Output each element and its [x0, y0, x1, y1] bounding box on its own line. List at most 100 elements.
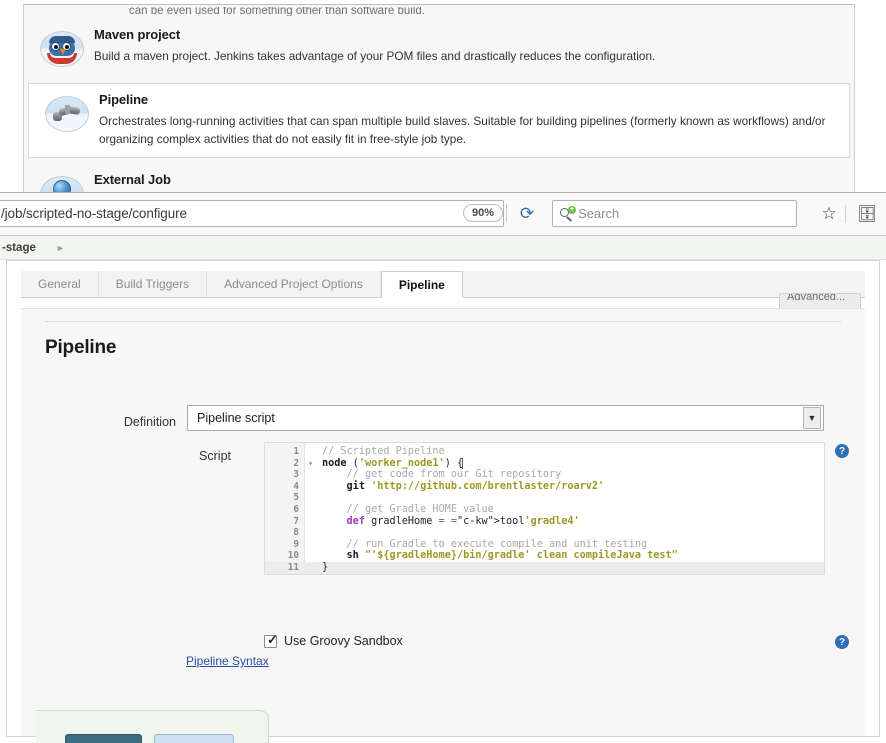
- toolbar-divider: [506, 204, 507, 222]
- groovy-sandbox-row[interactable]: ✓ Use Groovy Sandbox: [264, 634, 403, 648]
- code-text: [316, 527, 322, 539]
- search-add-engine-icon: +: [559, 206, 578, 222]
- section-divider: [45, 321, 841, 322]
- code-line[interactable]: 7 def gradleHome = ="c-kw">tool 'gradle4…: [265, 516, 824, 528]
- job-type-title: Pipeline: [99, 92, 835, 107]
- code-text: def gradleHome = ="c-kw">tool: [316, 516, 524, 528]
- zoom-level-indicator[interactable]: 90%: [463, 204, 503, 222]
- clipped-previous-description: can be even used for something other tha…: [129, 7, 834, 16]
- job-type-description: Build a maven project. Jenkins takes adv…: [94, 47, 829, 65]
- jenkins-configure-page: -stage ► General Build Triggers Advanced…: [0, 236, 886, 743]
- script-editor[interactable]: 1 // Scripted Pipeline2▾node ('worker_nod…: [264, 442, 825, 575]
- code-line[interactable]: 4 git 'http://github.com/brentlaster/roa…: [265, 481, 824, 493]
- external-job-icon-wrap: [34, 172, 90, 192]
- code-line[interactable]: 11}: [265, 562, 824, 574]
- fold-toggle-icon[interactable]: [305, 481, 316, 493]
- job-type-title: External Job: [94, 172, 840, 187]
- pipeline-section: Pipeline Definition Pipeline script ▼ Sc…: [21, 308, 865, 736]
- address-bar[interactable]: /job/scripted-no-stage/configure ▾: [0, 200, 504, 227]
- tab-build-triggers[interactable]: Build Triggers: [99, 271, 207, 297]
- tab-general[interactable]: General: [21, 271, 99, 297]
- fold-toggle-icon[interactable]: ▾: [305, 458, 316, 470]
- script-label: Script: [141, 449, 231, 463]
- checkmark-icon: ✓: [267, 633, 278, 646]
- code-text: // run Gradle to execute compile and uni…: [316, 539, 647, 551]
- tab-label: Build Triggers: [116, 277, 189, 291]
- code-line[interactable]: 8: [265, 527, 824, 539]
- search-bar[interactable]: + Search: [552, 200, 797, 227]
- job-type-title: Maven project: [94, 27, 840, 42]
- fold-toggle-icon[interactable]: [305, 516, 316, 528]
- fold-toggle-icon[interactable]: [305, 504, 316, 516]
- advanced-button[interactable]: Advanced...: [779, 293, 861, 308]
- breadcrumb-job-name[interactable]: -stage: [2, 242, 36, 254]
- code-text: sh "'${gradleHome}/bin/gradle' clean com…: [316, 550, 678, 562]
- reload-icon[interactable]: ⟳: [516, 203, 538, 225]
- fold-toggle-icon[interactable]: [305, 562, 316, 574]
- job-type-external-job[interactable]: External Job This type of job allows you…: [24, 164, 854, 192]
- line-number: 10: [265, 550, 305, 562]
- code-line[interactable]: 1 // Scripted Pipeline: [265, 446, 824, 458]
- code-line[interactable]: 2▾node ('worker_node1') {: [265, 458, 824, 470]
- code-line[interactable]: 3 // get code from our Git repository: [265, 469, 824, 481]
- job-type-pipeline[interactable]: Pipeline Orchestrates long-running activ…: [28, 83, 850, 158]
- advanced-button-label: Advanced...: [787, 293, 845, 303]
- save-button[interactable]: Save: [65, 734, 142, 743]
- line-number: 4: [265, 481, 305, 493]
- dropdown-arrow-icon[interactable]: ▼: [803, 407, 821, 429]
- line-number: 11: [265, 562, 305, 574]
- fold-toggle-icon[interactable]: [305, 446, 316, 458]
- tab-advanced-project-options[interactable]: Advanced Project Options: [207, 271, 381, 297]
- browser-toolbar: /job/scripted-no-stage/configure ▾ 90% ⟳…: [0, 192, 886, 236]
- code-line[interactable]: 5: [265, 492, 824, 504]
- job-type-maven-project[interactable]: Maven project Build a maven project. Jen…: [24, 19, 854, 77]
- line-number: 2: [265, 458, 305, 470]
- code-line[interactable]: 10 sh "'${gradleHome}/bin/gradle' clean …: [265, 550, 824, 562]
- star-icon[interactable]: ☆: [818, 203, 840, 225]
- fold-toggle-icon[interactable]: [305, 469, 316, 481]
- fold-toggle-icon[interactable]: [305, 539, 316, 551]
- url-text: /job/scripted-no-stage/configure: [1, 206, 483, 221]
- code-text: // Scripted Pipeline: [316, 446, 445, 458]
- page-title: Pipeline: [45, 337, 116, 359]
- chevron-right-icon[interactable]: ►: [56, 243, 65, 253]
- groovy-sandbox-checkbox[interactable]: ✓: [264, 635, 277, 648]
- job-type-frame: can be even used for something other tha…: [23, 4, 855, 192]
- tab-label: General: [38, 277, 81, 291]
- apply-button[interactable]: Apply: [154, 734, 234, 743]
- line-number: 1: [265, 446, 305, 458]
- definition-select[interactable]: Pipeline script ▼: [187, 405, 824, 431]
- external-job-globe-icon: [40, 174, 84, 192]
- fold-toggle-icon[interactable]: [305, 527, 316, 539]
- tab-label: Advanced Project Options: [224, 277, 363, 291]
- editor-code-lines: 1 // Scripted Pipeline2▾node ('worker_nod…: [265, 446, 824, 574]
- tab-pipeline[interactable]: Pipeline: [381, 271, 463, 298]
- tab-label: Pipeline: [399, 278, 445, 292]
- external-job-text: External Job This type of job allows you…: [90, 172, 840, 192]
- pipeline-text: Pipeline Orchestrates long-running activ…: [95, 92, 835, 149]
- help-icon-script[interactable]: ?: [835, 444, 849, 458]
- form-action-bar: Save Apply: [36, 710, 269, 743]
- code-line[interactable]: 9 // run Gradle to execute compile and u…: [265, 539, 824, 551]
- config-form-frame: General Build Triggers Advanced Project …: [6, 260, 880, 737]
- toolbar-divider-2: [845, 205, 846, 223]
- fold-toggle-icon[interactable]: [305, 492, 316, 504]
- pipeline-pipe-icon: [45, 94, 89, 134]
- fold-toggle-icon[interactable]: [305, 550, 316, 562]
- line-number: 6: [265, 504, 305, 516]
- pipeline-icon-wrap: [39, 92, 95, 134]
- code-text: // get code from our Git repository: [316, 469, 561, 481]
- definition-value: Pipeline script: [188, 411, 275, 425]
- definition-label: Definition: [51, 415, 176, 429]
- code-line[interactable]: 6 // get Gradle HOME value: [265, 504, 824, 516]
- line-number: 9: [265, 539, 305, 551]
- breadcrumb: -stage ►: [0, 236, 886, 260]
- code-text: // get Gradle HOME value: [316, 504, 494, 516]
- pipeline-syntax-link[interactable]: Pipeline Syntax: [186, 654, 269, 668]
- code-text: [316, 492, 322, 504]
- config-tabs: General Build Triggers Advanced Project …: [21, 271, 865, 298]
- line-number: 3: [265, 469, 305, 481]
- maven-icon-wrap: [34, 27, 90, 69]
- help-icon-sandbox[interactable]: ?: [835, 635, 849, 649]
- library-icon[interactable]: 🗄: [856, 203, 878, 225]
